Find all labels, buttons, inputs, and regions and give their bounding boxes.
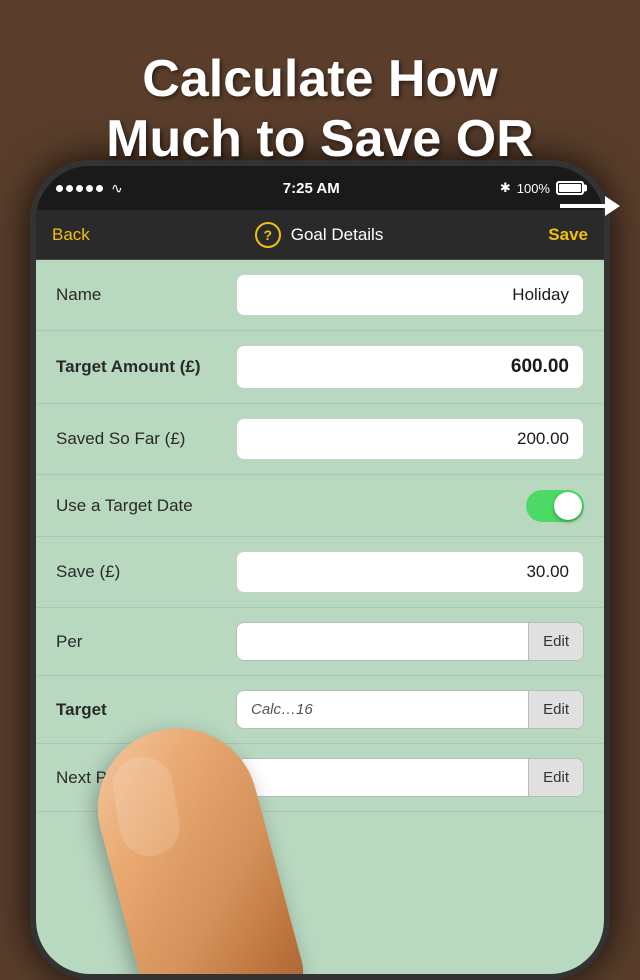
target-row: Target Calc…16 Edit bbox=[36, 676, 604, 744]
toggle-knob bbox=[554, 492, 582, 520]
arrow-annotation bbox=[560, 190, 620, 230]
per-row: Per Edit bbox=[36, 608, 604, 676]
back-button[interactable]: Back bbox=[52, 225, 90, 245]
target-amount-input[interactable] bbox=[236, 345, 584, 389]
name-input[interactable] bbox=[236, 274, 584, 316]
next-pay-date-row: Next Pay Date Edit bbox=[36, 744, 604, 812]
nav-center: ? Goal Details bbox=[255, 222, 384, 248]
annotation-line2: Much to Save OR bbox=[106, 110, 534, 168]
target-date-row: Use a Target Date bbox=[36, 475, 604, 537]
nav-title: Goal Details bbox=[291, 225, 384, 245]
saved-so-far-row: Saved So Far (£) bbox=[36, 404, 604, 475]
name-row: Name bbox=[36, 260, 604, 331]
save-amount-input[interactable] bbox=[236, 551, 584, 593]
target-date-label: Use a Target Date bbox=[56, 496, 236, 516]
saved-so-far-label: Saved So Far (£) bbox=[56, 429, 236, 449]
target-amount-row: Target Amount (£) bbox=[36, 331, 604, 404]
target-field: Calc…16 Edit bbox=[236, 690, 584, 729]
help-button[interactable]: ? bbox=[255, 222, 281, 248]
target-date-toggle[interactable] bbox=[526, 490, 584, 522]
form-container: Name Target Amount (£) Saved So Far (£) … bbox=[36, 260, 604, 812]
per-label: Per bbox=[56, 632, 236, 652]
target-value: Calc…16 bbox=[237, 691, 528, 728]
phone-frame: ∿ 7:25 AM ✱ 100% Back ? Goal Details Sav… bbox=[30, 160, 610, 980]
next-pay-date-field: Edit bbox=[236, 758, 584, 797]
saved-so-far-input[interactable] bbox=[236, 418, 584, 460]
per-field: Edit bbox=[236, 622, 584, 661]
target-label: Target bbox=[56, 700, 236, 720]
target-edit-button[interactable]: Edit bbox=[528, 691, 583, 728]
content-area: Name Target Amount (£) Saved So Far (£) … bbox=[36, 260, 604, 980]
annotation-text: Calculate How Much to Save OR bbox=[86, 40, 554, 180]
annotation-overlay: Calculate How Much to Save OR bbox=[0, 0, 640, 220]
next-pay-date-value bbox=[237, 768, 528, 788]
per-value bbox=[237, 632, 528, 652]
per-edit-button[interactable]: Edit bbox=[528, 623, 583, 660]
save-amount-label: Save (£) bbox=[56, 562, 236, 582]
name-label: Name bbox=[56, 285, 236, 305]
next-pay-date-label: Next Pay Date bbox=[56, 768, 236, 788]
target-amount-label: Target Amount (£) bbox=[56, 357, 236, 377]
save-amount-row: Save (£) bbox=[36, 537, 604, 608]
next-pay-date-edit-button[interactable]: Edit bbox=[528, 759, 583, 796]
annotation-line1: Calculate How bbox=[142, 50, 497, 108]
